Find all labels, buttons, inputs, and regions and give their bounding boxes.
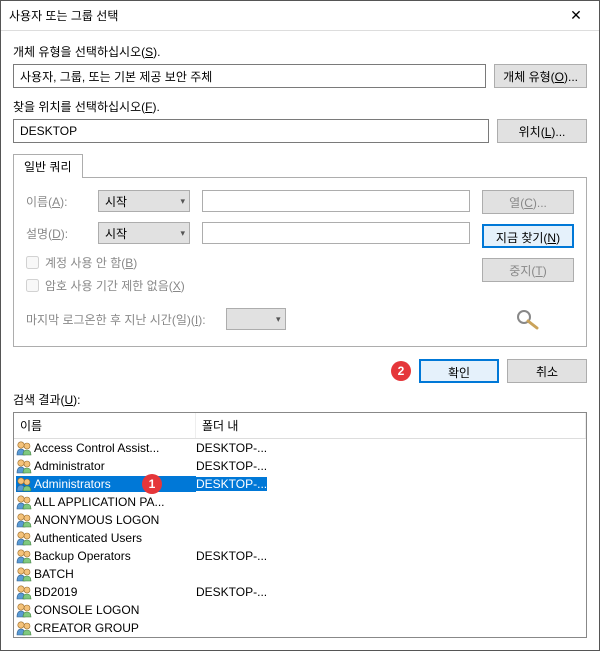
search-results-label: 검색 결과(U): bbox=[13, 391, 587, 412]
column-folder[interactable]: 폴더 내 bbox=[196, 413, 586, 438]
days-combo[interactable]: ▾ bbox=[226, 308, 286, 330]
list-item-name: Administrator bbox=[16, 458, 196, 474]
window-title: 사용자 또는 그룹 선택 bbox=[1, 7, 118, 24]
list-item[interactable]: Authenticated Users bbox=[14, 529, 586, 547]
list-item[interactable]: ANONYMOUS LOGON bbox=[14, 511, 586, 529]
tab-common-query[interactable]: 일반 쿼리 bbox=[13, 154, 83, 178]
days-since-logon-label: 마지막 로그온한 후 지난 시간(일)(I): bbox=[26, 311, 206, 328]
list-item[interactable]: CREATOR GROUP bbox=[14, 619, 586, 637]
user-group-icon bbox=[16, 602, 32, 618]
query-panel-left: 이름(A): 시작 ▾ 설명(D): 시작 bbox=[26, 190, 470, 330]
list-item-folder: DESKTOP-... bbox=[196, 585, 267, 599]
list-item-folder: DESKTOP-... bbox=[196, 459, 267, 473]
list-item[interactable]: Access Control Assist...DESKTOP-... bbox=[14, 439, 586, 457]
user-group-icon bbox=[16, 494, 32, 510]
results-body: Access Control Assist...DESKTOP-...Admin… bbox=[14, 439, 586, 637]
no-password-expire-checkbox[interactable]: 암호 사용 기간 제한 없음(X) bbox=[26, 277, 470, 294]
object-types-button[interactable]: 개체 유형(O)... bbox=[494, 64, 587, 88]
cancel-button[interactable]: 취소 bbox=[507, 359, 587, 383]
titlebar: 사용자 또는 그룹 선택 ✕ bbox=[1, 1, 599, 31]
user-group-icon bbox=[16, 620, 32, 636]
user-group-icon bbox=[16, 566, 32, 582]
location-field: DESKTOP bbox=[13, 119, 489, 143]
name-label: 이름(A): bbox=[26, 193, 86, 210]
dialog-content: 개체 유형을 선택하십시오(S). 사용자, 그룹, 또는 기본 제공 보안 주… bbox=[1, 31, 599, 412]
desc-match-combo[interactable]: 시작 ▾ bbox=[98, 222, 190, 244]
locations-button[interactable]: 위치(L)... bbox=[497, 119, 587, 143]
chevron-down-icon: ▾ bbox=[180, 196, 185, 207]
object-type-label: 개체 유형을 선택하십시오(S). bbox=[13, 43, 587, 60]
list-item-name: ALL APPLICATION PA... bbox=[16, 494, 196, 510]
list-item[interactable]: AdministratorDESKTOP-... bbox=[14, 457, 586, 475]
query-panel: 이름(A): 시작 ▾ 설명(D): 시작 bbox=[13, 177, 587, 347]
results-list[interactable]: 이름 폴더 내 Access Control Assist...DESKTOP-… bbox=[13, 412, 587, 638]
list-item-name: BD2019 bbox=[16, 584, 196, 600]
list-item-folder: DESKTOP-... bbox=[196, 549, 267, 563]
find-now-button[interactable]: 지금 찾기(N) bbox=[482, 224, 574, 248]
list-item-name: ANONYMOUS LOGON bbox=[16, 512, 196, 528]
query-tabs: 일반 쿼리 이름(A): 시작 ▾ bbox=[13, 153, 587, 347]
list-item[interactable]: ALL APPLICATION PA... bbox=[14, 493, 586, 511]
user-group-icon bbox=[16, 476, 32, 492]
name-input[interactable] bbox=[202, 190, 470, 212]
user-group-icon bbox=[16, 548, 32, 564]
list-item[interactable]: AdministratorsDESKTOP-... 1 bbox=[14, 475, 586, 493]
search-icon-wrap bbox=[482, 296, 574, 330]
disabled-accounts-box[interactable] bbox=[26, 256, 39, 269]
annotation-marker-1: 1 bbox=[142, 474, 162, 494]
no-password-expire-box[interactable] bbox=[26, 279, 39, 292]
list-item-name: Access Control Assist... bbox=[16, 440, 196, 456]
list-item[interactable]: Backup OperatorsDESKTOP-... bbox=[14, 547, 586, 565]
list-item-name: Backup Operators bbox=[16, 548, 196, 564]
user-group-icon bbox=[16, 440, 32, 456]
list-item-name: Administrators bbox=[16, 476, 196, 492]
query-panel-right: 열(C)... 지금 찾기(N) 중지(T) bbox=[482, 190, 574, 330]
description-label: 설명(D): bbox=[26, 225, 86, 242]
user-group-icon bbox=[16, 584, 32, 600]
list-item-folder: DESKTOP-... bbox=[196, 441, 267, 455]
list-item-name: CREATOR GROUP bbox=[16, 620, 196, 636]
annotation-marker-2: 2 bbox=[391, 361, 411, 381]
list-item-name: BATCH bbox=[16, 566, 196, 582]
ok-button[interactable]: 확인 bbox=[419, 359, 499, 383]
location-label: 찾을 위치를 선택하십시오(F). bbox=[13, 98, 587, 115]
stop-button[interactable]: 중지(T) bbox=[482, 258, 574, 282]
object-type-field: 사용자, 그룹, 또는 기본 제공 보안 주체 bbox=[13, 64, 486, 88]
dialog-window: 사용자 또는 그룹 선택 ✕ 개체 유형을 선택하십시오(S). 사용자, 그룹… bbox=[0, 0, 600, 651]
list-item-name: CONSOLE LOGON bbox=[16, 602, 196, 618]
column-name[interactable]: 이름 bbox=[14, 413, 196, 438]
description-input[interactable] bbox=[202, 222, 470, 244]
close-icon: ✕ bbox=[570, 7, 582, 24]
magnifier-icon bbox=[513, 308, 543, 330]
user-group-icon bbox=[16, 530, 32, 546]
list-item-folder: DESKTOP-... bbox=[196, 477, 267, 491]
list-item[interactable]: BATCH bbox=[14, 565, 586, 583]
name-match-combo[interactable]: 시작 ▾ bbox=[98, 190, 190, 212]
results-header: 이름 폴더 내 bbox=[14, 413, 586, 439]
list-item[interactable]: CONSOLE LOGON bbox=[14, 601, 586, 619]
disabled-accounts-checkbox[interactable]: 계정 사용 안 함(B) bbox=[26, 254, 470, 271]
user-group-icon bbox=[16, 512, 32, 528]
list-item[interactable]: BD2019DESKTOP-... bbox=[14, 583, 586, 601]
close-button[interactable]: ✕ bbox=[553, 1, 599, 31]
chevron-down-icon: ▾ bbox=[276, 314, 281, 325]
user-group-icon bbox=[16, 458, 32, 474]
list-item-name: Authenticated Users bbox=[16, 530, 196, 546]
dialog-buttons: 2 확인 취소 bbox=[13, 347, 587, 391]
chevron-down-icon: ▾ bbox=[180, 228, 185, 239]
columns-button[interactable]: 열(C)... bbox=[482, 190, 574, 214]
